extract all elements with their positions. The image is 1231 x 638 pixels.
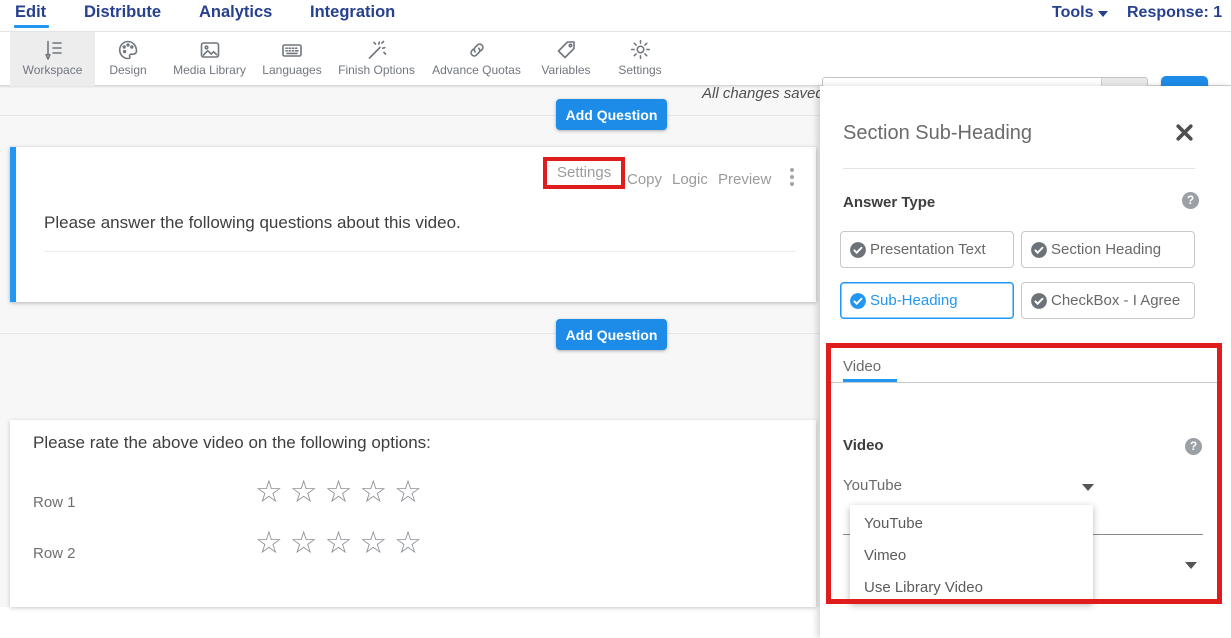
- chevron-down-icon[interactable]: [1082, 484, 1094, 491]
- tag-icon: [530, 36, 602, 63]
- editor-toolbar: Workspace Design Media Library Languages…: [0, 31, 1231, 86]
- survey-canvas: Add Question Settings Copy Logic Preview…: [0, 86, 820, 607]
- question-action-copy[interactable]: Copy: [627, 171, 662, 188]
- toolbar-item-label: Finish Options: [327, 63, 426, 77]
- toolbar-item-label: Workspace: [10, 63, 95, 77]
- answer-type-label: Sub-Heading: [870, 292, 958, 309]
- active-tab-underline: [14, 25, 49, 28]
- autosave-status: All changes saved: [702, 85, 824, 102]
- question-block-rating[interactable]: Please rate the above video on the follo…: [10, 420, 816, 607]
- tools-menu[interactable]: Tools: [1052, 4, 1108, 22]
- answer-type-heading: Answer Type: [843, 194, 935, 211]
- toolbar-item-media-library[interactable]: Media Library: [160, 32, 259, 86]
- tools-label: Tools: [1052, 4, 1093, 21]
- top-nav: Edit Distribute Analytics Integration To…: [0, 0, 1231, 31]
- rating-question-text[interactable]: Please rate the above video on the follo…: [33, 433, 431, 453]
- workspace-icon: [10, 36, 95, 63]
- check-circle-icon: [849, 241, 867, 259]
- toolbar-item-label: Design: [100, 63, 156, 77]
- gear-icon: [606, 36, 674, 63]
- toolbar-item-settings[interactable]: Settings: [606, 32, 674, 86]
- answer-type-label: Presentation Text: [870, 241, 986, 258]
- check-circle-icon: [849, 292, 867, 310]
- toolbar-item-languages[interactable]: Languages: [261, 32, 323, 86]
- section-divider: [0, 115, 820, 116]
- toolbar-item-label: Languages: [261, 63, 323, 77]
- tab-divider: [826, 382, 1218, 383]
- questionpro-editor: Edit Distribute Analytics Integration To…: [0, 0, 1231, 638]
- answer-type-sub-heading[interactable]: Sub-Heading: [840, 282, 1014, 319]
- question-block-subheading[interactable]: Settings Copy Logic Preview Please answe…: [10, 147, 816, 302]
- wand-icon: [327, 36, 426, 63]
- nav-tab-edit[interactable]: Edit: [15, 3, 46, 22]
- check-circle-icon: [1030, 292, 1048, 310]
- rating-row-label: Row 2: [33, 545, 76, 562]
- section-divider: [0, 333, 820, 334]
- response-count[interactable]: Response: 1: [1127, 4, 1222, 22]
- dropdown-option-youtube[interactable]: YouTube: [850, 507, 1093, 539]
- answer-type-section-heading[interactable]: Section Heading: [1021, 231, 1195, 268]
- answer-type-checkbox-i-agree[interactable]: CheckBox - I Agree: [1021, 282, 1195, 319]
- answer-type-label: Section Heading: [1051, 241, 1161, 258]
- question-action-preview[interactable]: Preview: [718, 171, 771, 188]
- kebab-menu-icon[interactable]: [790, 168, 794, 172]
- rating-row-label: Row 1: [33, 494, 76, 511]
- toolbar-item-label: Variables: [530, 63, 602, 77]
- question-action-logic[interactable]: Logic: [672, 171, 708, 188]
- help-icon[interactable]: ?: [1182, 192, 1199, 209]
- star-rating-row-1[interactable]: ☆☆☆☆☆: [255, 477, 429, 508]
- text-divider: [44, 251, 796, 252]
- question-action-settings[interactable]: Settings: [557, 164, 611, 181]
- answer-type-presentation-text[interactable]: Presentation Text: [840, 231, 1014, 268]
- toolbar-item-advance-quotas[interactable]: Advance Quotas: [427, 32, 526, 86]
- toolbar-item-label: Media Library: [160, 63, 259, 77]
- palette-icon: [100, 36, 156, 63]
- toolbar-item-variables[interactable]: Variables: [530, 32, 602, 86]
- video-source-value: YouTube: [843, 477, 902, 494]
- tab-video[interactable]: Video: [843, 358, 881, 375]
- add-question-button-top[interactable]: Add Question: [556, 99, 667, 130]
- nav-tab-analytics[interactable]: Analytics: [199, 3, 272, 22]
- toolbar-item-design[interactable]: Design: [100, 32, 156, 86]
- add-question-button-middle[interactable]: Add Question: [556, 319, 667, 350]
- keyboard-icon: [261, 36, 323, 63]
- toolbar-item-label: Advance Quotas: [427, 63, 526, 77]
- video-source-dropdown: YouTube Vimeo Use Library Video: [850, 505, 1093, 603]
- toolbar-item-finish-options[interactable]: Finish Options: [327, 32, 426, 86]
- subheading-question-text[interactable]: Please answer the following questions ab…: [44, 213, 461, 233]
- dropdown-option-vimeo[interactable]: Vimeo: [850, 539, 1093, 571]
- toolbar-item-workspace[interactable]: Workspace: [10, 32, 95, 86]
- question-settings-panel: Section Sub-Heading Answer Type ? Presen…: [820, 86, 1231, 638]
- image-icon: [160, 36, 259, 63]
- nav-tab-distribute[interactable]: Distribute: [84, 3, 161, 22]
- nav-tab-integration[interactable]: Integration: [310, 3, 395, 22]
- star-rating-row-2[interactable]: ☆☆☆☆☆: [255, 528, 429, 559]
- dropdown-option-library-video[interactable]: Use Library Video: [850, 571, 1093, 603]
- panel-divider: [843, 168, 1195, 169]
- answer-type-label: CheckBox - I Agree: [1051, 292, 1180, 309]
- check-circle-icon: [1030, 241, 1048, 259]
- chevron-down-icon: [1098, 11, 1108, 17]
- chevron-down-icon[interactable]: [1185, 562, 1197, 569]
- toolbar-item-label: Settings: [606, 63, 674, 77]
- video-source-select[interactable]: YouTube: [843, 477, 1103, 495]
- video-field-label: Video: [843, 437, 884, 454]
- panel-title: Section Sub-Heading: [843, 122, 1032, 145]
- settings-annotation-box: Settings: [543, 157, 625, 189]
- link-icon: [427, 36, 526, 63]
- help-icon[interactable]: ?: [1185, 438, 1202, 455]
- close-icon[interactable]: [1176, 124, 1193, 146]
